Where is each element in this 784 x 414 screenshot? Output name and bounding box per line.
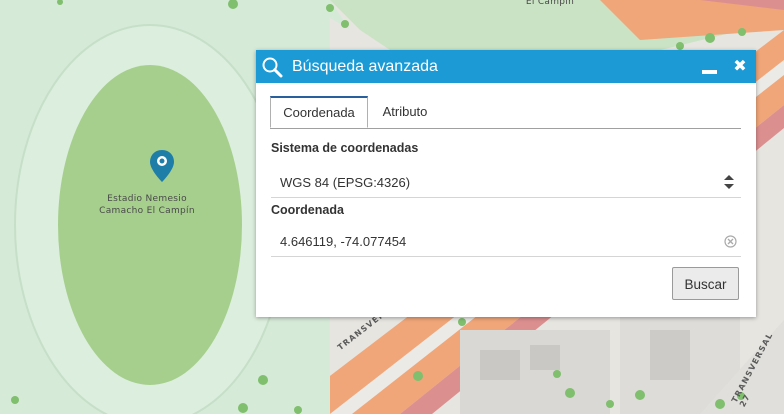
advanced-search-dialog: Búsqueda avanzada ✖ Coordenada Atributo … (256, 50, 756, 317)
coord-system-value: WGS 84 (EPSG:4326) (280, 175, 411, 190)
dialog-title: Búsqueda avanzada (292, 58, 438, 75)
tab-coordenada[interactable]: Coordenada (270, 96, 368, 128)
stadium-label-line1: Estadio Nemesio (107, 194, 187, 204)
search-button[interactable]: Buscar (672, 267, 739, 300)
top-place-label: El Campín (525, 0, 575, 7)
clear-input-icon[interactable] (724, 235, 737, 248)
coord-system-select[interactable]: WGS 84 (EPSG:4326) (271, 167, 741, 198)
search-icon (262, 57, 283, 78)
tab-atributo[interactable]: Atributo (380, 97, 430, 127)
coord-input-value: 4.646119, -74.077454 (280, 234, 407, 249)
dialog-header: Búsqueda avanzada ✖ (256, 50, 756, 83)
stadium-field (58, 65, 242, 385)
coord-system-label: Sistema de coordenadas (271, 141, 419, 155)
tab-bar: Coordenada Atributo (270, 96, 741, 129)
coord-label: Coordenada (271, 203, 344, 217)
coord-input[interactable]: 4.646119, -74.077454 (271, 226, 741, 257)
stadium-label: Estadio Nemesio Camacho El Campín (92, 193, 202, 217)
close-icon[interactable]: ✖ (730, 56, 750, 76)
select-arrows-icon (724, 175, 734, 189)
stadium-label-line2: Camacho El Campín (99, 206, 195, 216)
minimize-icon[interactable] (702, 70, 717, 74)
